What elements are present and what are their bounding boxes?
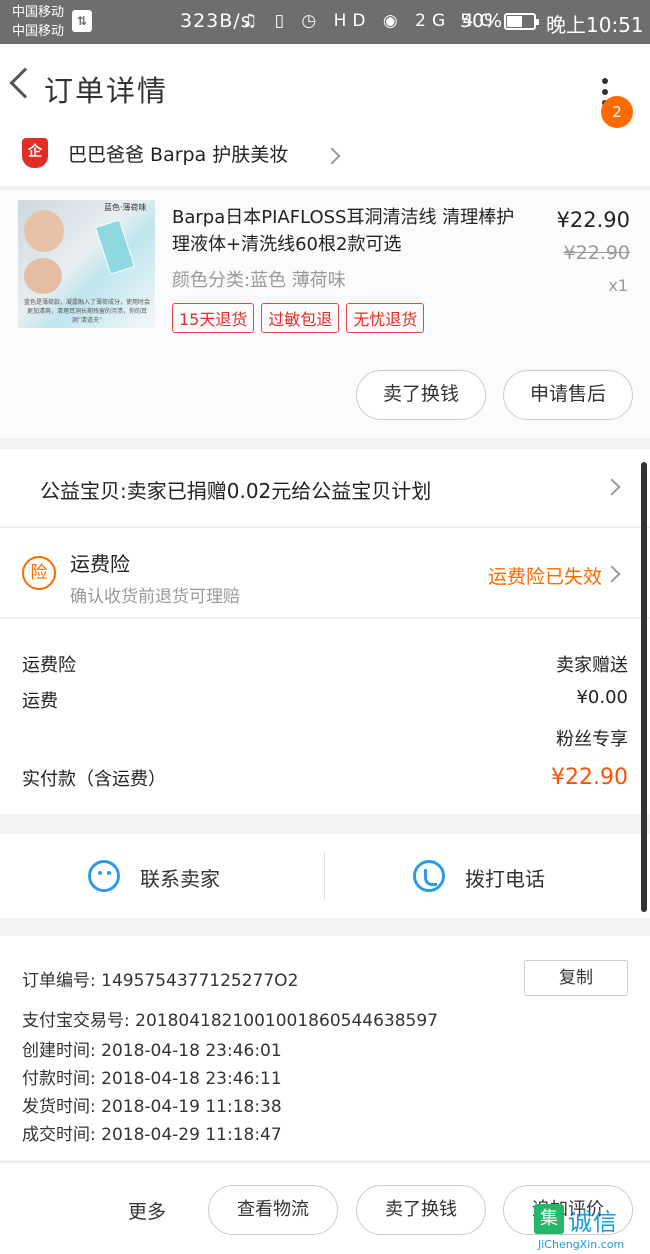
paid-time: 付款时间: 2018-04-18 23:46:11 — [22, 1069, 282, 1089]
fans-exclusive-note: 粉丝专享 — [556, 729, 628, 750]
summary-row: 粉丝专享 — [22, 725, 628, 751]
chevron-right-icon — [603, 478, 621, 496]
aftersale-button[interactable]: 申请售后 — [503, 370, 633, 420]
shipping-insurance-row[interactable]: 险 运费险 确认收货前退货可理赔 运费险已失效 — [0, 527, 650, 617]
clock: 晚上10:51 — [546, 13, 644, 37]
product-title[interactable]: Barpa日本PIAFLOSS耳洞清洁线 清理棒护理液体+清洗线60根2款可选 — [172, 204, 532, 258]
product-card[interactable]: 蓝色·薄荷味 蓝色是薄荷款，凝露融入了薄荷成分，使用时会更加清爽，清理耳洞长期残… — [0, 190, 650, 438]
status-bar: 中国移动 中国移动 ⇅ 323B/s ♫ ▯ ◷ HD ◉ 2G 4G 50% … — [0, 0, 650, 44]
product-image[interactable]: 蓝色·薄荷味 蓝色是薄荷款，凝露融入了薄荷成分，使用时会更加清爽，清理耳洞长期残… — [18, 200, 155, 328]
order-number: 订单编号: 1495754377125277O2 — [22, 971, 299, 991]
site-watermark: 集 诚信 JiChengXin.com — [534, 1200, 650, 1254]
contact-bar: 联系卖家 拨打电话 — [0, 834, 650, 918]
network-speed: 323B/s — [180, 10, 252, 32]
original-price: ¥22.90 — [563, 242, 630, 264]
resell-button[interactable]: 卖了换钱 — [356, 1185, 486, 1235]
call-phone-button[interactable]: 拨打电话 — [325, 834, 650, 918]
contact-seller-label: 联系卖家 — [140, 867, 220, 891]
insurance-title: 运费险 — [70, 552, 130, 576]
service-tags: 15天退货 过敏包退 无忧退货 — [172, 303, 431, 333]
resell-button[interactable]: 卖了换钱 — [356, 370, 486, 420]
service-tag: 15天退货 — [172, 303, 255, 333]
watermark-url: JiChengXin.com — [538, 1238, 625, 1251]
product-image-tag: 蓝色·薄荷味 — [104, 203, 147, 212]
notification-badge[interactable]: 2 — [601, 96, 633, 128]
shop-row[interactable]: 企 巴巴爸爸 Barpa 护肤美妆 — [0, 130, 650, 186]
order-info: 订单编号: 1495754377125277O2 复制 支付宝交易号: 2018… — [0, 936, 650, 1160]
completed-time: 成交时间: 2018-04-29 11:18:47 — [22, 1125, 282, 1145]
service-tag: 无忧退货 — [346, 303, 425, 333]
summary-row: 运费险 卖家赠送 — [22, 651, 628, 677]
watermark-logo: 集 — [534, 1204, 564, 1234]
alipay-trade-number: 支付宝交易号: 2018041821001001860544638597 — [22, 1011, 438, 1031]
phone-icon — [413, 860, 445, 892]
scrollbar[interactable] — [641, 462, 647, 912]
total-label: 实付款（含运费） — [22, 769, 166, 790]
watermark-text: 诚信 — [568, 1208, 618, 1236]
battery-percent: 50% — [460, 10, 503, 32]
chevron-right-icon — [603, 565, 621, 583]
carrier-label: 中国移动 — [12, 5, 65, 20]
carrier-label: 中国移动 — [12, 24, 65, 39]
payment-summary: 运费险 卖家赠送 运费 ¥0.00 粉丝专享 实付款（含运费） ¥22.90 — [0, 618, 650, 814]
chevron-right-icon — [323, 147, 341, 165]
page-title: 订单详情 — [44, 74, 169, 108]
shop-name[interactable]: 巴巴爸爸 Barpa 护肤美妆 — [68, 140, 288, 167]
insurance-icon: 险 — [22, 556, 56, 590]
summary-label: 运费 — [22, 691, 58, 712]
total-value: ¥22.90 — [551, 765, 628, 790]
battery-icon — [504, 13, 539, 30]
contact-seller-button[interactable]: 联系卖家 — [0, 834, 325, 918]
summary-value: 卖家赠送 — [556, 655, 628, 676]
charity-text: 公益宝贝:卖家已捐赠0.02元给公益宝贝计划 — [40, 479, 432, 503]
summary-value: ¥0.00 — [576, 687, 628, 708]
product-sku: 颜色分类:蓝色 薄荷味 — [172, 270, 346, 291]
call-phone-label: 拨打电话 — [465, 867, 545, 891]
product-image-caption: 蓝色是薄荷款，凝露融入了薄荷成分，使用时会更加清爽，清理耳洞长期残留的污渍，你的… — [23, 299, 150, 324]
insurance-description: 确认收货前退货可理赔 — [70, 587, 240, 607]
view-logistics-button[interactable]: 查看物流 — [208, 1185, 338, 1235]
product-price: ¥22.90 — [556, 208, 630, 232]
total-row: 实付款（含运费） ¥22.90 — [22, 765, 628, 791]
product-quantity: x1 — [608, 276, 628, 295]
copy-button[interactable]: 复制 — [524, 960, 628, 996]
summary-label: 运费险 — [22, 655, 76, 676]
network-icon: ⇅ — [72, 10, 92, 32]
service-tag: 过敏包退 — [261, 303, 340, 333]
charity-row[interactable]: 公益宝贝:卖家已捐赠0.02元给公益宝贝计划 — [0, 448, 650, 526]
enterprise-shop-icon: 企 — [22, 138, 48, 168]
nav-bar: 订单详情 2 — [0, 44, 650, 132]
shipped-time: 发货时间: 2018-04-19 11:18:38 — [22, 1097, 282, 1117]
insurance-status: 运费险已失效 — [487, 566, 602, 588]
more-button[interactable]: 更多 — [128, 1197, 166, 1224]
chat-icon — [88, 860, 120, 892]
created-time: 创建时间: 2018-04-18 23:46:01 — [22, 1041, 282, 1061]
back-arrow-icon[interactable] — [9, 67, 41, 99]
summary-row: 运费 ¥0.00 — [22, 687, 628, 713]
